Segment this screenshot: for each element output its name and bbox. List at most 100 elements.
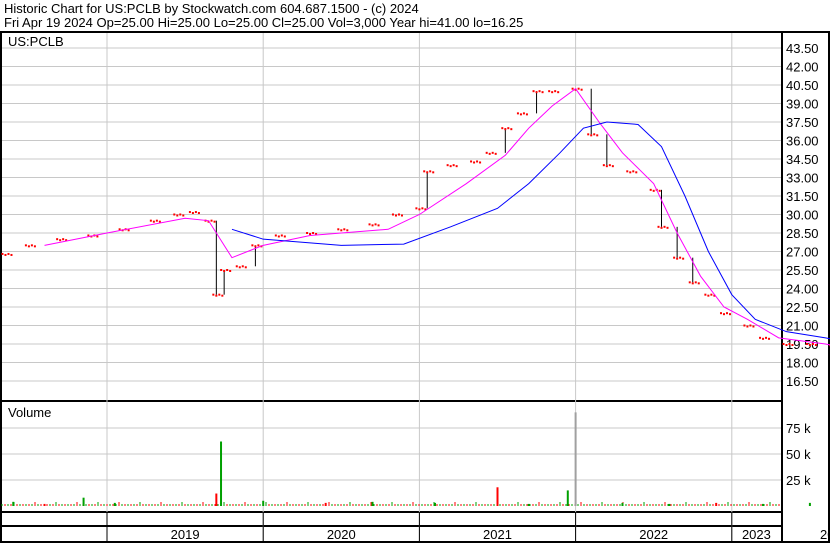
- price-point: [223, 270, 226, 272]
- y-tick-label: 25.50: [786, 263, 819, 278]
- price-point: [663, 225, 666, 228]
- price-point: [309, 233, 312, 235]
- price-point: [30, 244, 33, 247]
- y-tick-label: 37.50: [786, 115, 819, 130]
- price-point: [725, 312, 728, 315]
- price-point: [580, 88, 583, 91]
- price-point: [312, 232, 315, 234]
- price-point: [704, 293, 707, 296]
- price-point: [707, 294, 710, 297]
- price-point: [808, 344, 811, 346]
- price-point: [710, 293, 713, 296]
- y-tick-label: 43.50: [786, 41, 819, 56]
- price-point: [340, 229, 343, 232]
- price-point: [611, 165, 614, 168]
- price-point: [473, 161, 476, 164]
- price-point: [782, 343, 785, 345]
- x-tick-label: 2021: [483, 527, 512, 542]
- price-point: [548, 90, 551, 93]
- price-point: [432, 171, 435, 174]
- price-point: [722, 313, 725, 316]
- price-point: [449, 165, 452, 168]
- price-point: [532, 90, 535, 93]
- price-point: [191, 212, 194, 215]
- price-point: [337, 228, 340, 231]
- price-point: [96, 235, 99, 238]
- price-point: [608, 164, 611, 167]
- price-point: [538, 90, 541, 93]
- price-point: [554, 90, 557, 93]
- price-point: [805, 343, 808, 345]
- chart-window: Historic Chart for US:PCLB by Stockwatch…: [0, 0, 830, 543]
- price-point: [507, 127, 510, 130]
- price-point: [397, 213, 400, 216]
- price-point: [605, 165, 608, 168]
- volume-tick-label: 25 k: [786, 473, 811, 488]
- price-point: [4, 253, 7, 256]
- price-point: [251, 244, 254, 247]
- x-tick-label: 2019: [171, 527, 200, 542]
- price-point: [226, 269, 229, 271]
- price-point: [452, 164, 455, 167]
- price-point: [602, 164, 605, 167]
- price-point: [244, 266, 247, 269]
- price-point: [455, 165, 458, 168]
- price-point: [220, 269, 223, 271]
- y-tick-label: 18.00: [786, 356, 819, 371]
- price-point: [197, 212, 200, 215]
- price-point: [516, 112, 519, 115]
- price-point: [535, 91, 538, 94]
- price-point: [400, 214, 403, 217]
- price-point: [241, 265, 244, 268]
- price-point: [688, 281, 691, 284]
- price-point: [176, 214, 179, 217]
- y-tick-label: 27.00: [786, 245, 819, 260]
- price-point: [635, 171, 638, 174]
- price-point: [652, 189, 655, 192]
- symbol-label: US:PCLB: [8, 34, 64, 49]
- price-point: [759, 336, 762, 339]
- y-tick-label: 39.00: [786, 97, 819, 112]
- price-point: [768, 337, 771, 340]
- price-point: [788, 343, 791, 345]
- price-point: [697, 282, 700, 285]
- price-point: [423, 170, 426, 173]
- price-point: [719, 312, 722, 315]
- y-tick-label: 36.00: [786, 134, 819, 149]
- price-point: [182, 214, 185, 217]
- y-tick-label: 31.50: [786, 189, 819, 204]
- price-point: [346, 229, 349, 232]
- price-point: [213, 220, 216, 223]
- price-point: [56, 238, 59, 241]
- x-tick-label: 2023: [742, 527, 771, 542]
- price-point: [551, 91, 554, 94]
- price-point: [371, 224, 374, 227]
- price-point: [368, 223, 371, 226]
- y-tick-label: 21.00: [786, 319, 819, 334]
- y-tick-label: 16.50: [786, 374, 819, 389]
- price-point: [33, 245, 36, 248]
- price-point: [476, 160, 479, 163]
- price-point: [541, 91, 544, 94]
- y-tick-label: 40.50: [786, 78, 819, 93]
- price-point: [746, 325, 749, 328]
- price-point: [62, 238, 65, 241]
- price-point: [510, 128, 513, 131]
- price-point: [306, 232, 309, 234]
- price-point: [488, 152, 491, 155]
- price-point: [743, 324, 746, 327]
- y-tick-label: 33.00: [786, 171, 819, 186]
- y-tick-label: 22.50: [786, 300, 819, 315]
- price-point: [429, 170, 432, 173]
- price-point: [10, 253, 13, 256]
- price-point: [557, 91, 560, 94]
- y-tick-label: 28.50: [786, 226, 819, 241]
- price-point: [1, 252, 4, 255]
- price-point: [394, 214, 397, 217]
- price-point: [421, 207, 424, 210]
- price-point: [676, 257, 679, 260]
- price-point: [494, 152, 497, 155]
- price-point: [765, 336, 768, 339]
- price-point: [179, 213, 182, 216]
- price-point: [218, 293, 221, 296]
